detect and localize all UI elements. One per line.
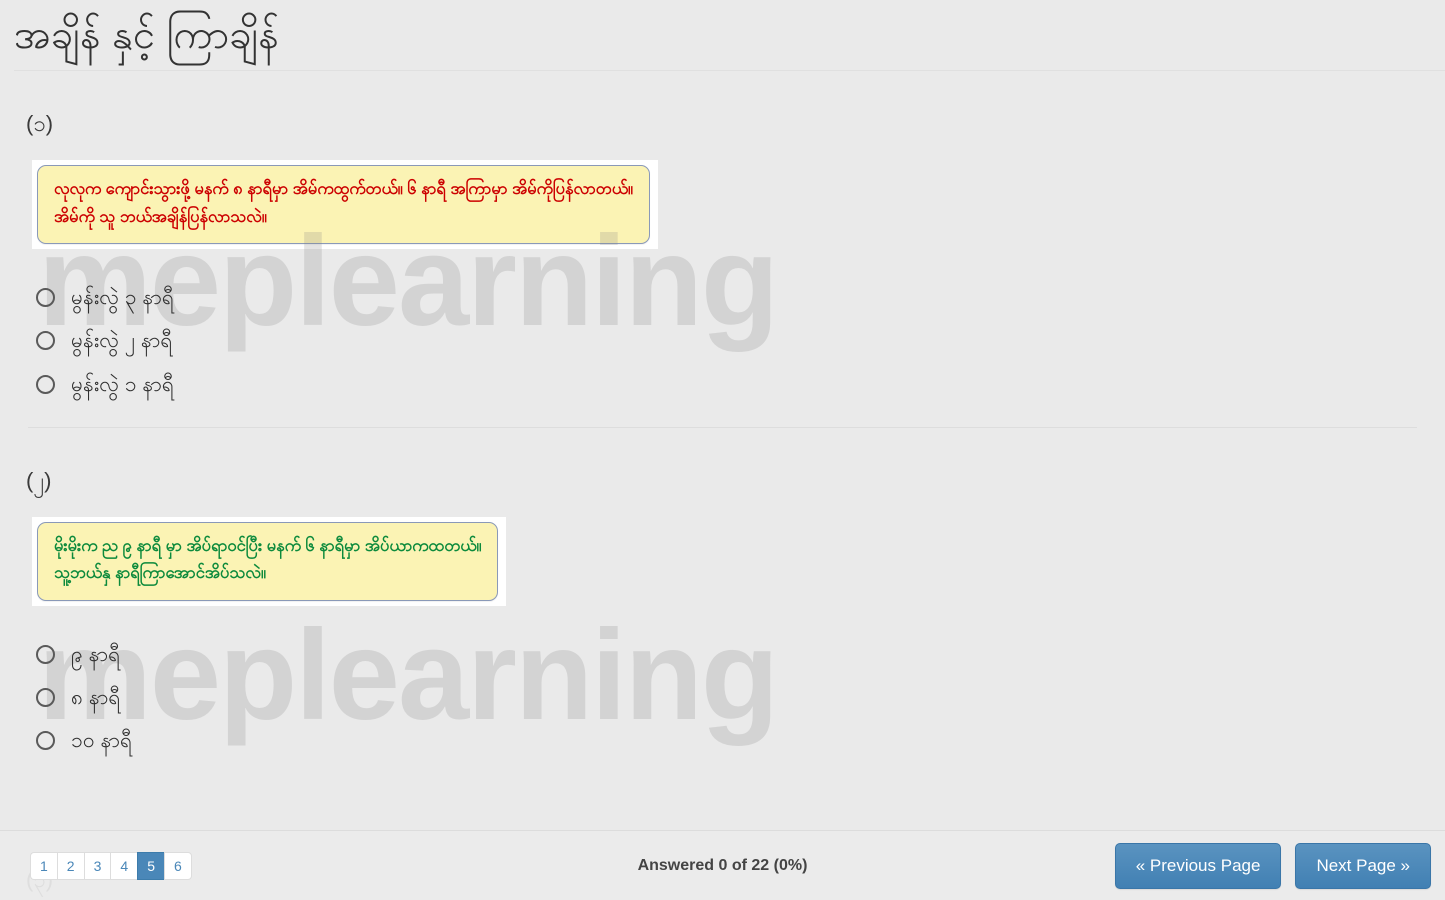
option-label: ၁၀ နာရီ	[71, 729, 133, 753]
title-divider	[14, 70, 1445, 71]
option-row[interactable]: မွန်းလွဲ ၁ နာရီ	[36, 372, 1431, 397]
pagination: 1 2 3 4 5 6	[30, 851, 192, 880]
page-button-1[interactable]: 1	[30, 851, 57, 880]
page-button-6[interactable]: 6	[163, 851, 192, 880]
question-block-2: (၂) မိုးမိုးက ည ၉ နာရီ မှာ အိပ်ရာဝင်ပြီး…	[0, 466, 1445, 754]
question-stem-line: သူ့ဘယ်နှ နာရီကြာအောင်အိပ်သလဲ။	[54, 564, 266, 583]
option-label: မွန်းလွဲ ၃ နာရီ	[71, 286, 174, 310]
radio-button-icon[interactable]	[36, 731, 55, 751]
navigation-buttons: « Previous Page Next Page »	[1114, 842, 1431, 889]
questions-container: (၁) လုလုက ကျောင်းသွားဖို့ မနက် ၈ နာရီမှာ…	[0, 109, 1445, 753]
option-label: ၉ နာရီ	[71, 642, 121, 666]
radio-button-icon[interactable]	[36, 288, 55, 308]
option-label: မွန်းလွဲ ၁ နာရီ	[71, 372, 174, 396]
question-number-1: (၁)	[26, 111, 54, 136]
option-row[interactable]: မွန်းလွဲ ၂ နာရီ	[36, 328, 1431, 353]
option-row[interactable]: ၁၀ နာရီ	[36, 728, 1431, 753]
question-stem-line: မိုးမိုးက ည ၉ နာရီ မှာ အိပ်ရာဝင်ပြီး မနက…	[54, 536, 482, 555]
page-button-4[interactable]: 4	[110, 851, 138, 880]
question-block-1: (၁) လုလုက ကျောင်းသွားဖို့ မနက် ၈ နာရီမှာ…	[0, 109, 1445, 428]
options-list-2: ၉ နာရီ ၈ နာရီ ၁၀ နာရီ	[36, 642, 1431, 754]
question-stem-line: အိမ်ကို သူ ဘယ်အချိန်ပြန်လာသလဲ။	[54, 207, 267, 226]
option-label: ၈ နာရီ	[71, 686, 121, 709]
option-row[interactable]: မွန်းလွဲ ၃ နာရီ	[36, 285, 1431, 310]
footer-bar: 1 2 3 4 5 6 Answered 0 of 22 (0%) « Prev…	[0, 830, 1445, 900]
option-row[interactable]: ၉ နာရီ	[36, 642, 1431, 667]
option-label: မွန်းလွဲ ၂ နာရီ	[71, 329, 173, 353]
radio-button-icon[interactable]	[36, 688, 55, 708]
radio-button-icon[interactable]	[36, 331, 55, 351]
question-stem-container-2: မိုးမိုးက ည ၉ နာရီ မှာ အိပ်ရာဝင်ပြီး မနက…	[32, 516, 507, 606]
question-stem-line: လုလုက ကျောင်းသွားဖို့ မနက် ၈ နာရီမှာ အိမ…	[54, 180, 633, 198]
question-stem-1: လုလုက ကျောင်းသွားဖို့ မနက် ၈ နာရီမှာ အိမ…	[37, 165, 650, 245]
options-list-1: မွန်းလွဲ ၃ နာရီ မွန်းလွဲ ၂ နာရီ မွန်းလွဲ…	[36, 285, 1431, 397]
page-title: အချိန် နှင့် ကြာချိန်	[14, 13, 280, 57]
question-stem-2: မိုးမိုးက ည ၉ နာရီ မှာ အိပ်ရာဝင်ပြီး မနက…	[37, 521, 499, 601]
quiz-page: အချိန် နှင့် ကြာချိန် (၁) လုလုက ကျောင်းသ…	[0, 0, 1445, 900]
previous-page-button[interactable]: « Previous Page	[1114, 842, 1282, 889]
question-stem-container-1: လုလုက ကျောင်းသွားဖို့ မနက် ၈ နာရီမှာ အိမ…	[32, 160, 658, 250]
next-page-button[interactable]: Next Page »	[1295, 842, 1431, 889]
page-button-5[interactable]: 5	[137, 851, 164, 880]
option-row[interactable]: ၈ နာရီ	[36, 685, 1431, 710]
title-bar: အချိန် နှင့် ကြာချိန်	[0, 0, 1445, 71]
page-button-3[interactable]: 3	[83, 851, 111, 880]
radio-button-icon[interactable]	[36, 374, 55, 394]
radio-button-icon[interactable]	[36, 644, 55, 664]
question-number-2: (၂)	[26, 467, 52, 493]
page-button-2[interactable]: 2	[56, 851, 84, 880]
question-separator	[28, 426, 1417, 428]
